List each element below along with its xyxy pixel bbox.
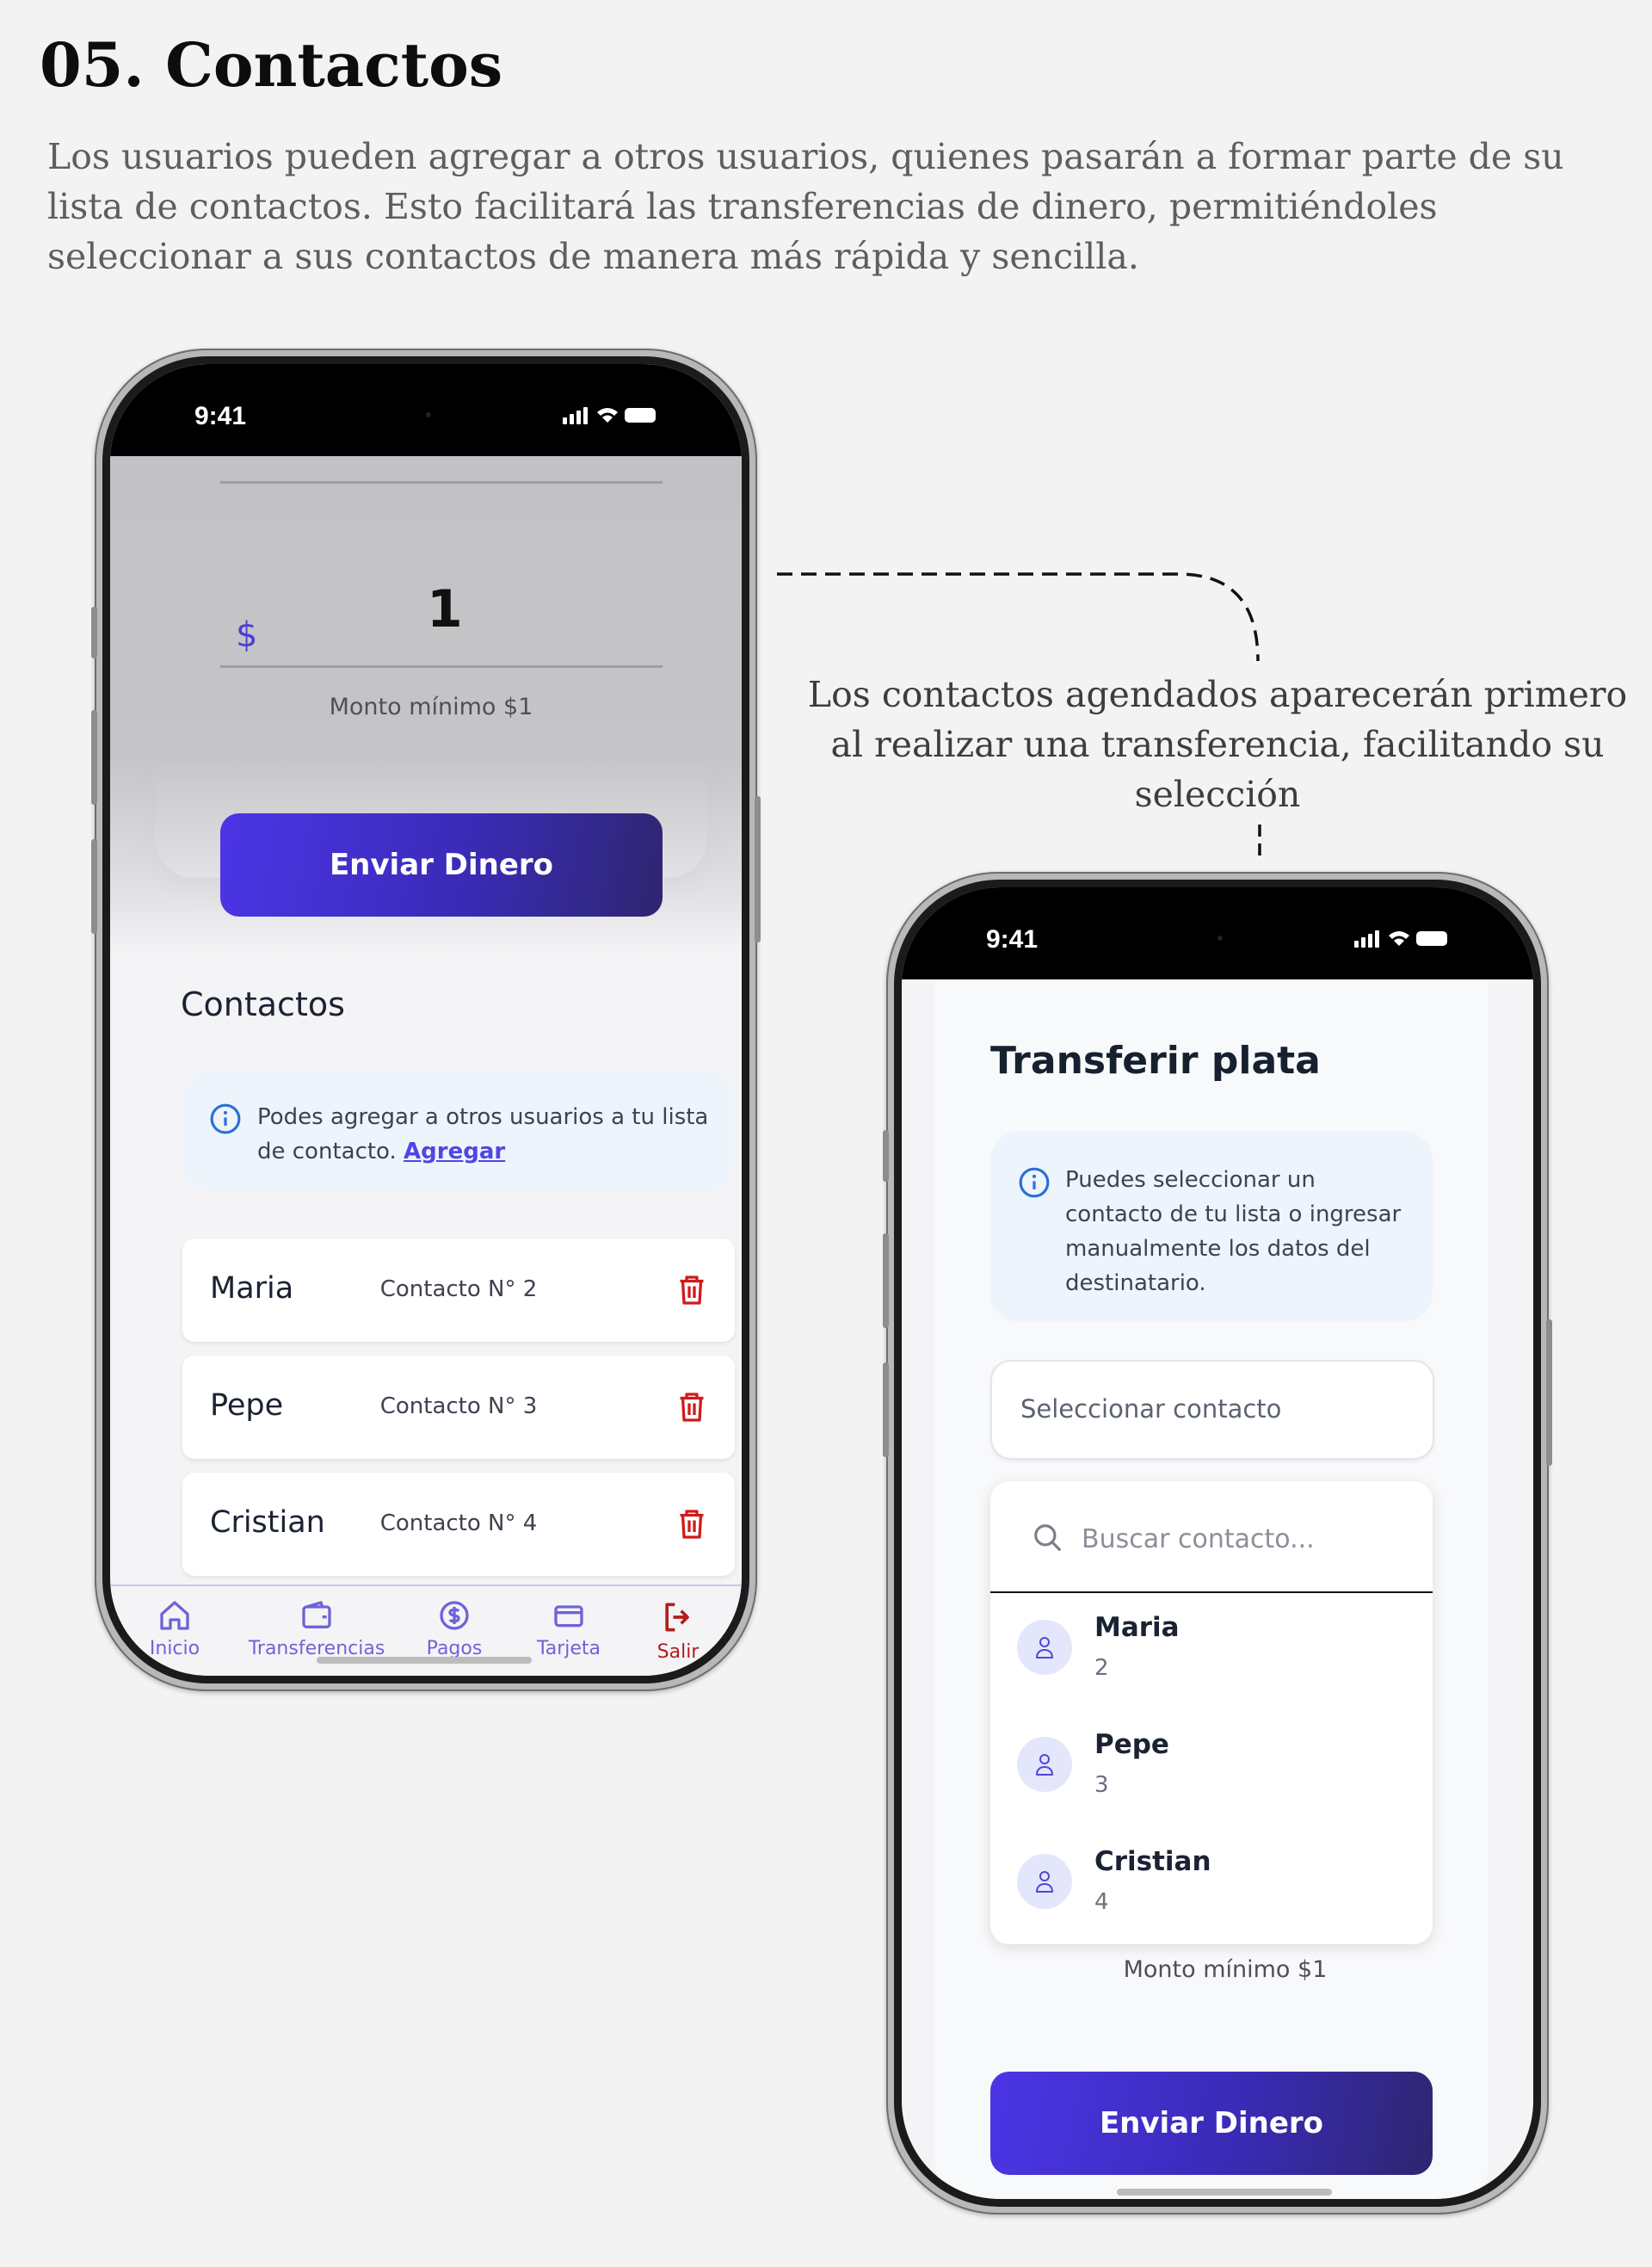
contacts-title: Contactos — [181, 985, 345, 1023]
screen: Transferir plata Puedes seleccionar un c… — [902, 887, 1533, 2199]
status-time: 9:41 — [194, 402, 247, 430]
screen: $ 1 Monto mínimo $1 Enviar Dinero Contac… — [110, 364, 742, 1676]
volume-down-button — [883, 1362, 889, 1457]
user-icon — [1036, 1637, 1053, 1659]
nav-item-salir[interactable]: Salir — [644, 1598, 712, 1663]
power-button — [1546, 1319, 1552, 1466]
user-icon — [1036, 1754, 1053, 1776]
amount-input[interactable]: 1 — [427, 579, 463, 639]
avatar — [1017, 1620, 1072, 1675]
mute-switch — [883, 1130, 889, 1182]
select-placeholder: Seleccionar contacto — [1020, 1394, 1282, 1424]
volume-up-button — [91, 710, 97, 805]
status-time: 9:41 — [986, 925, 1039, 954]
contact-number: Contacto N° 3 — [379, 1393, 538, 1419]
status-icons — [563, 407, 656, 424]
send-money-button[interactable]: Enviar Dinero — [220, 813, 663, 917]
contact-id: 3 — [1094, 1772, 1109, 1798]
info-icon — [210, 1103, 241, 1134]
min-amount-label: Monto mínimo $1 — [329, 694, 533, 720]
min-amount-label: Monto mínimo $1 — [1123, 1956, 1328, 1983]
contact-id: 4 — [1094, 1889, 1109, 1915]
contact-id: 2 — [1094, 1655, 1109, 1681]
contact-number: Contacto N° 2 — [379, 1276, 538, 1302]
send-money-button[interactable]: Enviar Dinero — [990, 2072, 1433, 2175]
info-icon — [1019, 1167, 1050, 1198]
contact-select[interactable]: Seleccionar contacto — [990, 1360, 1434, 1460]
contact-number: Contacto N° 4 — [379, 1510, 538, 1536]
status-bar: 9:41 — [110, 364, 742, 456]
search-field[interactable]: Buscar contacto... — [990, 1481, 1433, 1593]
nav-label: Inicio — [149, 1638, 200, 1659]
trash-icon[interactable] — [676, 1390, 707, 1424]
phone-transfer-screen: Transferir plata Puedes seleccionar un c… — [883, 872, 1552, 2214]
contact-name: Pepe — [1094, 1729, 1169, 1760]
currency-symbol: $ — [236, 615, 258, 655]
dropdown-contact-item[interactable]: Cristian 4 — [990, 1825, 1433, 1943]
add-contact-link[interactable]: Agregar — [404, 1139, 505, 1164]
bottom-nav: Inicio Transferencias Pagos Tarjeta Sali… — [110, 1584, 742, 1676]
amount-underline — [220, 665, 663, 668]
phone-contacts-screen: $ 1 Monto mínimo $1 Enviar Dinero Contac… — [91, 349, 761, 1691]
avatar — [1017, 1737, 1072, 1792]
nav-item-pagos[interactable]: Pagos — [411, 1598, 497, 1659]
avatar — [1017, 1854, 1072, 1909]
nav-item-tarjeta[interactable]: Tarjeta — [521, 1598, 616, 1659]
status-bar: 9:41 — [902, 887, 1533, 979]
volume-up-button — [883, 1233, 889, 1328]
contact-row: Pepe Contacto N° 3 — [182, 1356, 735, 1459]
power-button — [755, 796, 761, 942]
home-icon — [160, 1601, 189, 1630]
wallet-icon — [302, 1600, 331, 1628]
credit-card-icon — [554, 1605, 583, 1628]
search-placeholder: Buscar contacto... — [1082, 1524, 1315, 1554]
nav-label: Tarjeta — [536, 1638, 601, 1659]
info-text: Puedes seleccionar un contacto de tu lis… — [1065, 1167, 1402, 1296]
trash-icon[interactable] — [676, 1507, 707, 1541]
volume-down-button — [91, 839, 97, 934]
trash-icon[interactable] — [676, 1273, 707, 1307]
info-box: Puedes seleccionar un contacto de tu lis… — [990, 1131, 1433, 1322]
home-indicator — [1117, 2189, 1332, 2196]
field-underline — [220, 481, 663, 484]
search-icon — [1034, 1524, 1062, 1552]
dropdown-contact-item[interactable]: Maria 2 — [990, 1591, 1433, 1708]
dropdown-contact-item[interactable]: Pepe 3 — [990, 1708, 1433, 1825]
contact-name: Cristian — [1094, 1846, 1211, 1877]
mute-switch — [91, 607, 97, 658]
nav-item-transferencias[interactable]: Transferencias — [239, 1598, 394, 1659]
contact-row: Cristian Contacto N° 4 — [182, 1473, 735, 1576]
contact-dropdown: Buscar contacto... Maria 2 Pepe 3 Cristi… — [990, 1481, 1433, 1944]
screen-title: Transferir plata — [990, 1039, 1321, 1083]
info-box: Podes agregar a otros usuarios a tu list… — [182, 1072, 733, 1190]
camera-dot — [1217, 936, 1223, 941]
dollar-circle-icon — [440, 1601, 469, 1630]
logout-icon — [665, 1603, 689, 1632]
status-icons — [1354, 930, 1447, 948]
contact-name: Maria — [1094, 1612, 1180, 1643]
nav-label: Salir — [656, 1641, 700, 1663]
contact-row: Maria Contacto N° 2 — [182, 1239, 735, 1342]
camera-dot — [426, 412, 431, 417]
nav-item-inicio[interactable]: Inicio — [136, 1598, 213, 1659]
user-icon — [1036, 1871, 1053, 1893]
home-indicator — [317, 1657, 532, 1664]
